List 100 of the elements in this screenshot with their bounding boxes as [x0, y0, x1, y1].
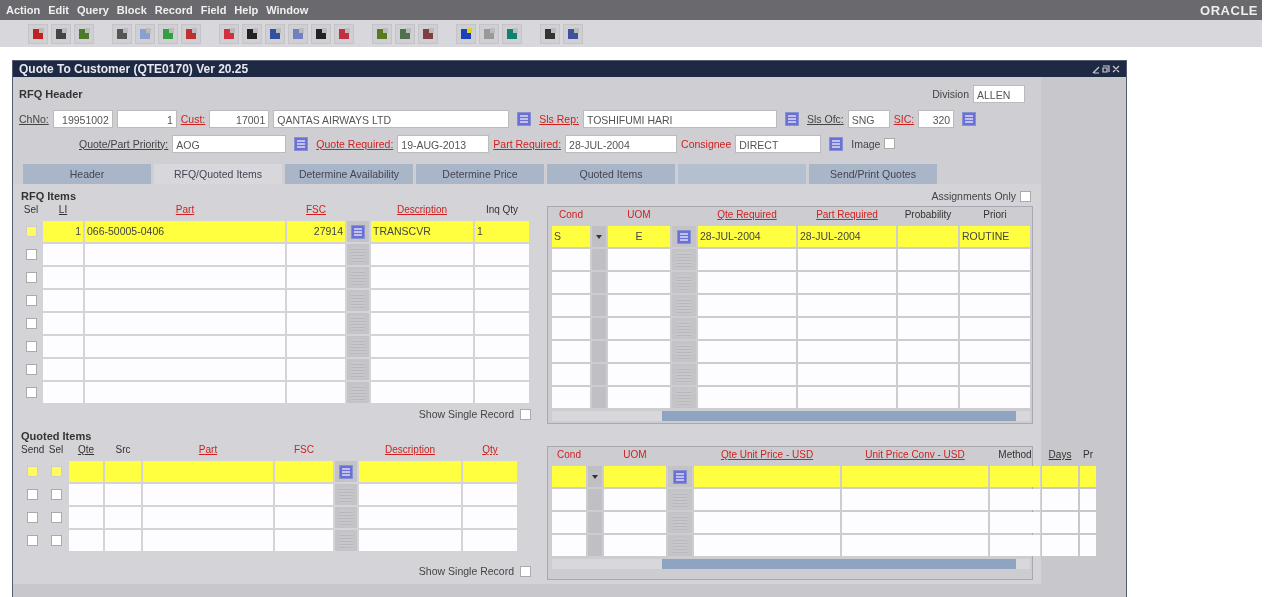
table-cell[interactable] [898, 364, 958, 385]
table-cell[interactable] [604, 466, 666, 487]
toolbar-button[interactable] [242, 23, 262, 44]
column-header[interactable]: Qty [463, 444, 517, 459]
table-cell[interactable] [359, 461, 461, 482]
table-cell[interactable] [287, 267, 345, 288]
input-field[interactable]: 1 [116, 109, 177, 128]
table-cell[interactable] [698, 341, 796, 362]
table-cell[interactable] [371, 244, 473, 265]
table-cell[interactable] [608, 295, 670, 316]
toolbar-button[interactable] [540, 23, 560, 44]
table-cell[interactable] [475, 313, 529, 334]
table-cell[interactable] [69, 530, 103, 551]
table-cell[interactable] [287, 336, 345, 357]
table-cell[interactable] [990, 512, 1040, 533]
row-checkbox[interactable] [25, 226, 37, 237]
input-field[interactable]: QANTAS AIRWAYS LTD [273, 109, 510, 128]
table-cell[interactable] [798, 318, 896, 339]
table-cell[interactable]: 27914 [287, 221, 345, 242]
table-cell[interactable] [552, 272, 590, 293]
table-cell[interactable] [698, 318, 796, 339]
table-cell[interactable] [105, 461, 141, 482]
list-button[interactable] [294, 136, 309, 151]
table-cell[interactable] [85, 382, 285, 403]
input-field[interactable]: 19951002 [52, 109, 113, 128]
input-field[interactable]: AOG [172, 134, 287, 153]
menu-item[interactable]: Edit [48, 4, 69, 16]
checkbox[interactable] [520, 408, 531, 420]
table-cell[interactable] [960, 341, 1030, 362]
table-cell[interactable] [898, 318, 958, 339]
table-cell[interactable] [898, 341, 958, 362]
table-cell[interactable] [371, 382, 473, 403]
table-cell[interactable] [85, 244, 285, 265]
table-cell[interactable] [798, 341, 896, 362]
checkbox[interactable] [520, 565, 531, 577]
table-cell[interactable] [43, 336, 83, 357]
table-cell[interactable]: E [608, 226, 670, 247]
table-cell[interactable] [1042, 466, 1078, 487]
table-cell[interactable] [43, 267, 83, 288]
field-label[interactable]: ChNo: [19, 112, 49, 125]
table-cell[interactable] [608, 364, 670, 385]
table-cell[interactable] [463, 484, 517, 505]
table-cell[interactable] [143, 484, 273, 505]
table-cell[interactable] [608, 341, 670, 362]
row-checkbox[interactable] [26, 466, 38, 477]
table-cell[interactable] [608, 272, 670, 293]
table-cell[interactable] [608, 318, 670, 339]
table-cell[interactable] [105, 507, 141, 528]
row-checkbox[interactable] [25, 318, 37, 329]
table-cell[interactable] [43, 244, 83, 265]
table-cell[interactable] [85, 313, 285, 334]
menu-item[interactable]: Field [200, 4, 227, 16]
row-checkbox[interactable] [26, 489, 38, 500]
column-header[interactable]: Days [1042, 449, 1078, 464]
field-label[interactable]: Sls Ofc: [806, 112, 844, 125]
list-button[interactable] [673, 469, 687, 484]
table-cell[interactable] [371, 267, 473, 288]
table-cell[interactable] [898, 226, 958, 247]
table-cell[interactable] [552, 318, 590, 339]
tab[interactable]: Header [23, 164, 151, 184]
table-cell[interactable] [798, 387, 896, 408]
horizontal-scrollbar[interactable] [552, 411, 1030, 421]
column-header[interactable]: Description [371, 204, 473, 219]
row-checkbox[interactable] [50, 535, 62, 546]
table-cell[interactable] [287, 290, 345, 311]
table-cell[interactable] [1080, 466, 1096, 487]
table-cell[interactable] [475, 359, 529, 380]
table-cell[interactable] [990, 489, 1040, 510]
list-button[interactable] [784, 111, 799, 126]
column-header[interactable]: Part Required [798, 209, 896, 224]
field-label[interactable]: Sls Rep: [539, 112, 579, 125]
table-cell[interactable] [842, 535, 988, 556]
table-cell[interactable] [694, 512, 840, 533]
row-checkbox[interactable] [25, 364, 37, 375]
table-cell[interactable] [798, 364, 896, 385]
table-cell[interactable] [898, 295, 958, 316]
dropdown-button[interactable] [592, 226, 606, 247]
column-header[interactable]: Qte Required [698, 209, 796, 224]
row-checkbox[interactable] [50, 489, 62, 500]
menu-item[interactable]: Window [266, 4, 309, 16]
list-button[interactable] [517, 111, 532, 126]
toolbar-button[interactable] [418, 23, 438, 44]
table-cell[interactable] [898, 249, 958, 270]
division-field[interactable]: ALLEN [973, 85, 1025, 103]
toolbar-button[interactable] [563, 23, 583, 44]
table-cell[interactable] [698, 387, 796, 408]
row-checkbox[interactable] [26, 512, 38, 523]
table-cell[interactable] [85, 336, 285, 357]
table-cell[interactable] [463, 530, 517, 551]
table-cell[interactable] [552, 341, 590, 362]
table-cell[interactable]: 1 [475, 221, 529, 242]
table-cell[interactable] [371, 359, 473, 380]
table-cell[interactable] [552, 535, 586, 556]
checkbox[interactable] [1020, 190, 1031, 202]
table-cell[interactable] [359, 530, 461, 551]
table-cell[interactable] [371, 336, 473, 357]
tab[interactable]: Determine Availability [285, 164, 413, 184]
table-cell[interactable] [475, 244, 529, 265]
field-label[interactable]: Quote/Part Priority: [79, 137, 169, 150]
table-cell[interactable]: ROUTINE [960, 226, 1030, 247]
